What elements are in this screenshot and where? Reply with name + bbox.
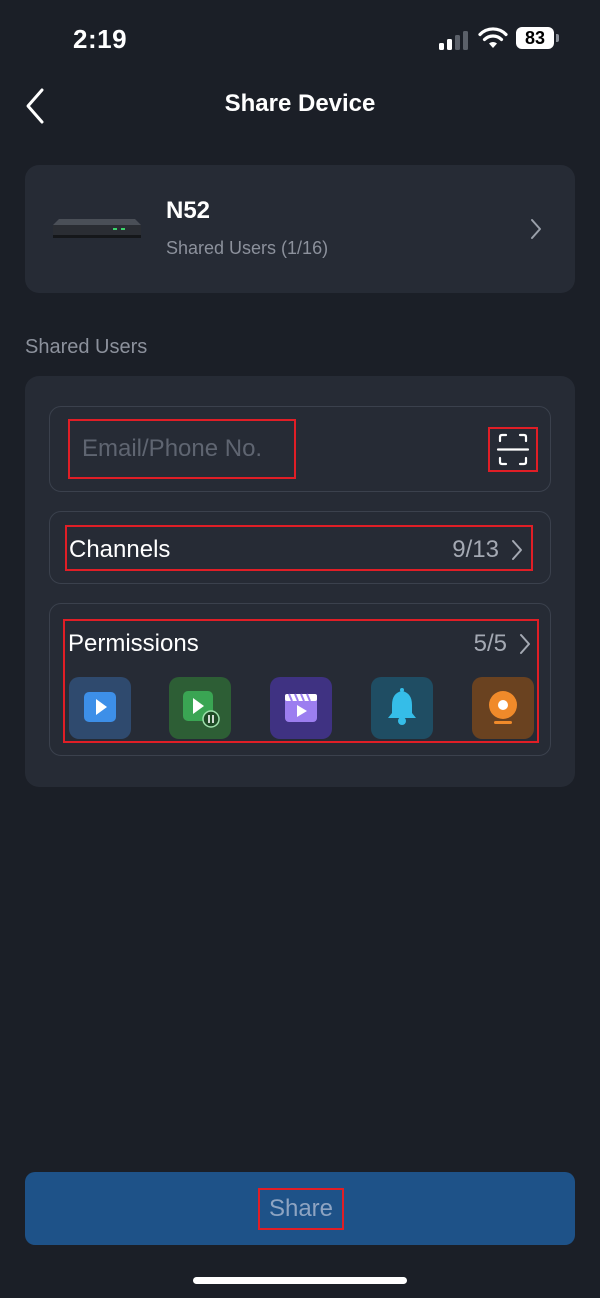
playback-icon	[169, 677, 231, 739]
device-name: N52	[166, 197, 211, 224]
status-bar: 2:19 83	[0, 0, 600, 80]
battery-tip	[556, 34, 559, 42]
permissions-count: 5/5	[473, 630, 507, 657]
share-button[interactable]: Share	[25, 1172, 575, 1245]
channels-count: 9/13	[452, 536, 499, 563]
status-time: 2:19	[73, 24, 128, 54]
scan-button[interactable]	[488, 427, 538, 472]
home-indicator	[193, 1277, 407, 1284]
camera-ptz-icon	[472, 677, 534, 739]
section-label-shared-users: Shared Users	[25, 336, 148, 358]
channels-field-container: Channels 9/13	[49, 511, 551, 584]
live-view-icon	[69, 677, 131, 739]
email-phone-input[interactable]	[68, 419, 296, 479]
permissions-row[interactable]: Permissions 5/5	[63, 619, 539, 743]
page-title: Share Device	[224, 90, 376, 117]
shared-users-panel: Channels 9/13 Permissions 5/5	[25, 376, 575, 787]
share-button-label: Share	[258, 1188, 344, 1230]
wifi-icon	[478, 26, 508, 50]
device-card[interactable]: N52 Shared Users (1/16)	[25, 165, 575, 293]
alarm-bell-icon	[371, 677, 433, 739]
battery-indicator: 83	[516, 27, 554, 49]
chevron-right-icon	[517, 631, 533, 657]
permissions-field-container: Permissions 5/5	[49, 603, 551, 756]
device-shared-users-count: Shared Users (1/16)	[166, 238, 329, 258]
channels-label: Channels	[69, 536, 171, 563]
chevron-right-icon	[525, 215, 545, 243]
video-clip-icon	[270, 677, 332, 739]
scan-icon	[496, 433, 530, 466]
nvr-device-icon	[53, 215, 141, 241]
channels-row[interactable]: Channels 9/13	[65, 525, 533, 571]
cellular-signal-icon	[439, 30, 469, 50]
permissions-label: Permissions	[68, 630, 199, 657]
chevron-right-icon	[509, 537, 525, 563]
email-field-container	[49, 406, 551, 492]
